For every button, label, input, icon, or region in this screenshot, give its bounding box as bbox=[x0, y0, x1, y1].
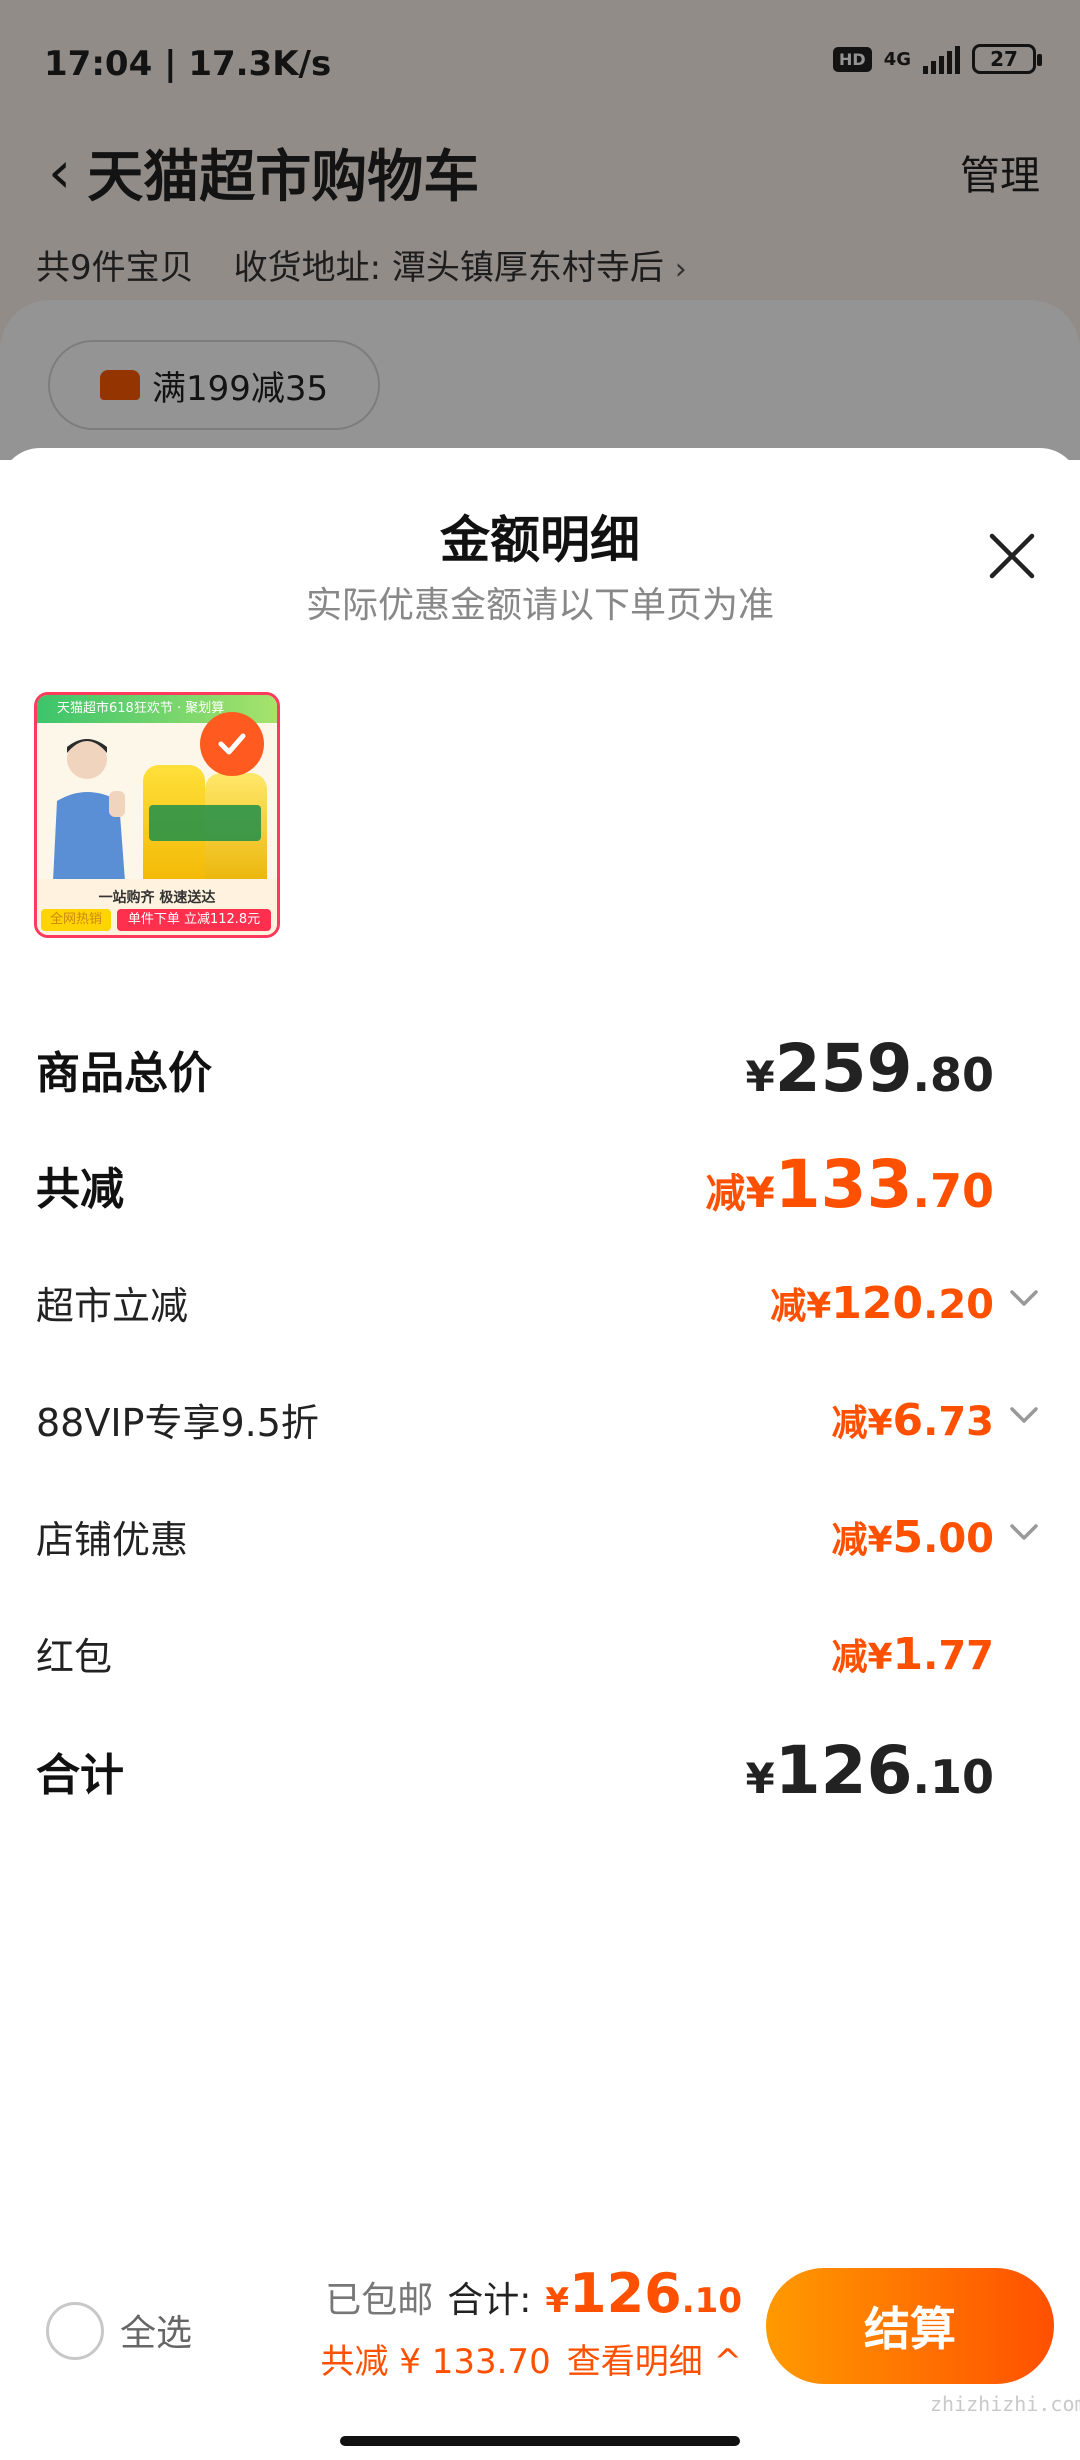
chevron-down-icon[interactable] bbox=[1004, 1278, 1044, 1318]
home-indicator[interactable] bbox=[340, 2436, 740, 2446]
row-red-packet: 红包 减 ¥1.77 bbox=[36, 1626, 1044, 1681]
row-market-discount[interactable]: 超市立减 减 ¥120.20 bbox=[36, 1275, 1044, 1330]
product-footer: 一站购齐 极速送达 单件下单 立减112.8元 全网热销 bbox=[37, 879, 277, 935]
order-summary: 已包邮 合计: ¥126.10 bbox=[325, 2262, 742, 2325]
close-icon[interactable] bbox=[984, 528, 1040, 584]
red-packet-amount: 减 ¥1.77 bbox=[831, 1628, 994, 1680]
bottle-label-graphic bbox=[149, 805, 261, 841]
row-vip-discount[interactable]: 88VIP专享9.5折 减 ¥6.73 bbox=[36, 1392, 1044, 1447]
select-all-label[interactable]: 全选 bbox=[120, 2304, 192, 2356]
chevron-down-icon[interactable] bbox=[1004, 1512, 1044, 1552]
market-discount-amount: 减 ¥120.20 bbox=[770, 1277, 994, 1329]
view-detail-link[interactable]: 查看明细 ^ bbox=[567, 2334, 742, 2383]
row-store-discount[interactable]: 店铺优惠 减 ¥5.00 bbox=[36, 1509, 1044, 1564]
store-discount-amount: 减 ¥5.00 bbox=[831, 1511, 994, 1563]
select-all-radio[interactable] bbox=[46, 2302, 104, 2360]
chevron-down-icon[interactable] bbox=[1004, 1395, 1044, 1435]
vip-discount-amount: 减 ¥6.73 bbox=[831, 1394, 994, 1446]
discount-summary[interactable]: 共减 ¥ 133.70 查看明细 ^ bbox=[320, 2334, 742, 2383]
row-label: 88VIP专享9.5折 bbox=[36, 1401, 319, 1445]
total-price-amount: ¥259.80 bbox=[745, 1030, 994, 1107]
product-footer-line2: 单件下单 立减112.8元 bbox=[117, 909, 271, 931]
discount-text: 共减 ¥ 133.70 bbox=[320, 2342, 551, 2382]
total-label: 合计: bbox=[447, 2280, 532, 2321]
row-sum: 合计 ¥126.10 bbox=[36, 1732, 1044, 1809]
row-label: 商品总价 bbox=[36, 1047, 212, 1099]
total-discount-amount: 减 ¥133.70 bbox=[705, 1146, 994, 1223]
sheet-subtitle: 实际优惠金额请以下单页为准 bbox=[305, 585, 774, 626]
sheet-title: 金额明细 bbox=[440, 511, 640, 569]
sum-amount: ¥126.10 bbox=[745, 1732, 994, 1809]
row-label: 红包 bbox=[36, 1635, 113, 1679]
dim-overlay[interactable] bbox=[0, 0, 1080, 460]
watermark: zhizhizhi.com bbox=[930, 2392, 1080, 2416]
checkout-button[interactable]: 结算 bbox=[766, 2268, 1054, 2384]
total-amount: ¥126.10 bbox=[545, 2262, 742, 2325]
row-label: 超市立减 bbox=[36, 1284, 189, 1328]
row-label: 共减 bbox=[36, 1163, 124, 1215]
row-total-discount: 共减 减 ¥133.70 bbox=[36, 1146, 1044, 1223]
model-figure bbox=[53, 739, 125, 881]
row-label: 合计 bbox=[36, 1749, 124, 1801]
row-label: 店铺优惠 bbox=[36, 1518, 189, 1562]
free-shipping-label: 已包邮 bbox=[325, 2280, 434, 2321]
hot-sale-tag: 全网热销 bbox=[41, 909, 111, 931]
row-total-price: 商品总价 ¥259.80 bbox=[36, 1030, 1044, 1107]
product-footer-line1: 一站购齐 极速送达 bbox=[98, 890, 216, 906]
selected-check-icon[interactable] bbox=[200, 712, 264, 776]
